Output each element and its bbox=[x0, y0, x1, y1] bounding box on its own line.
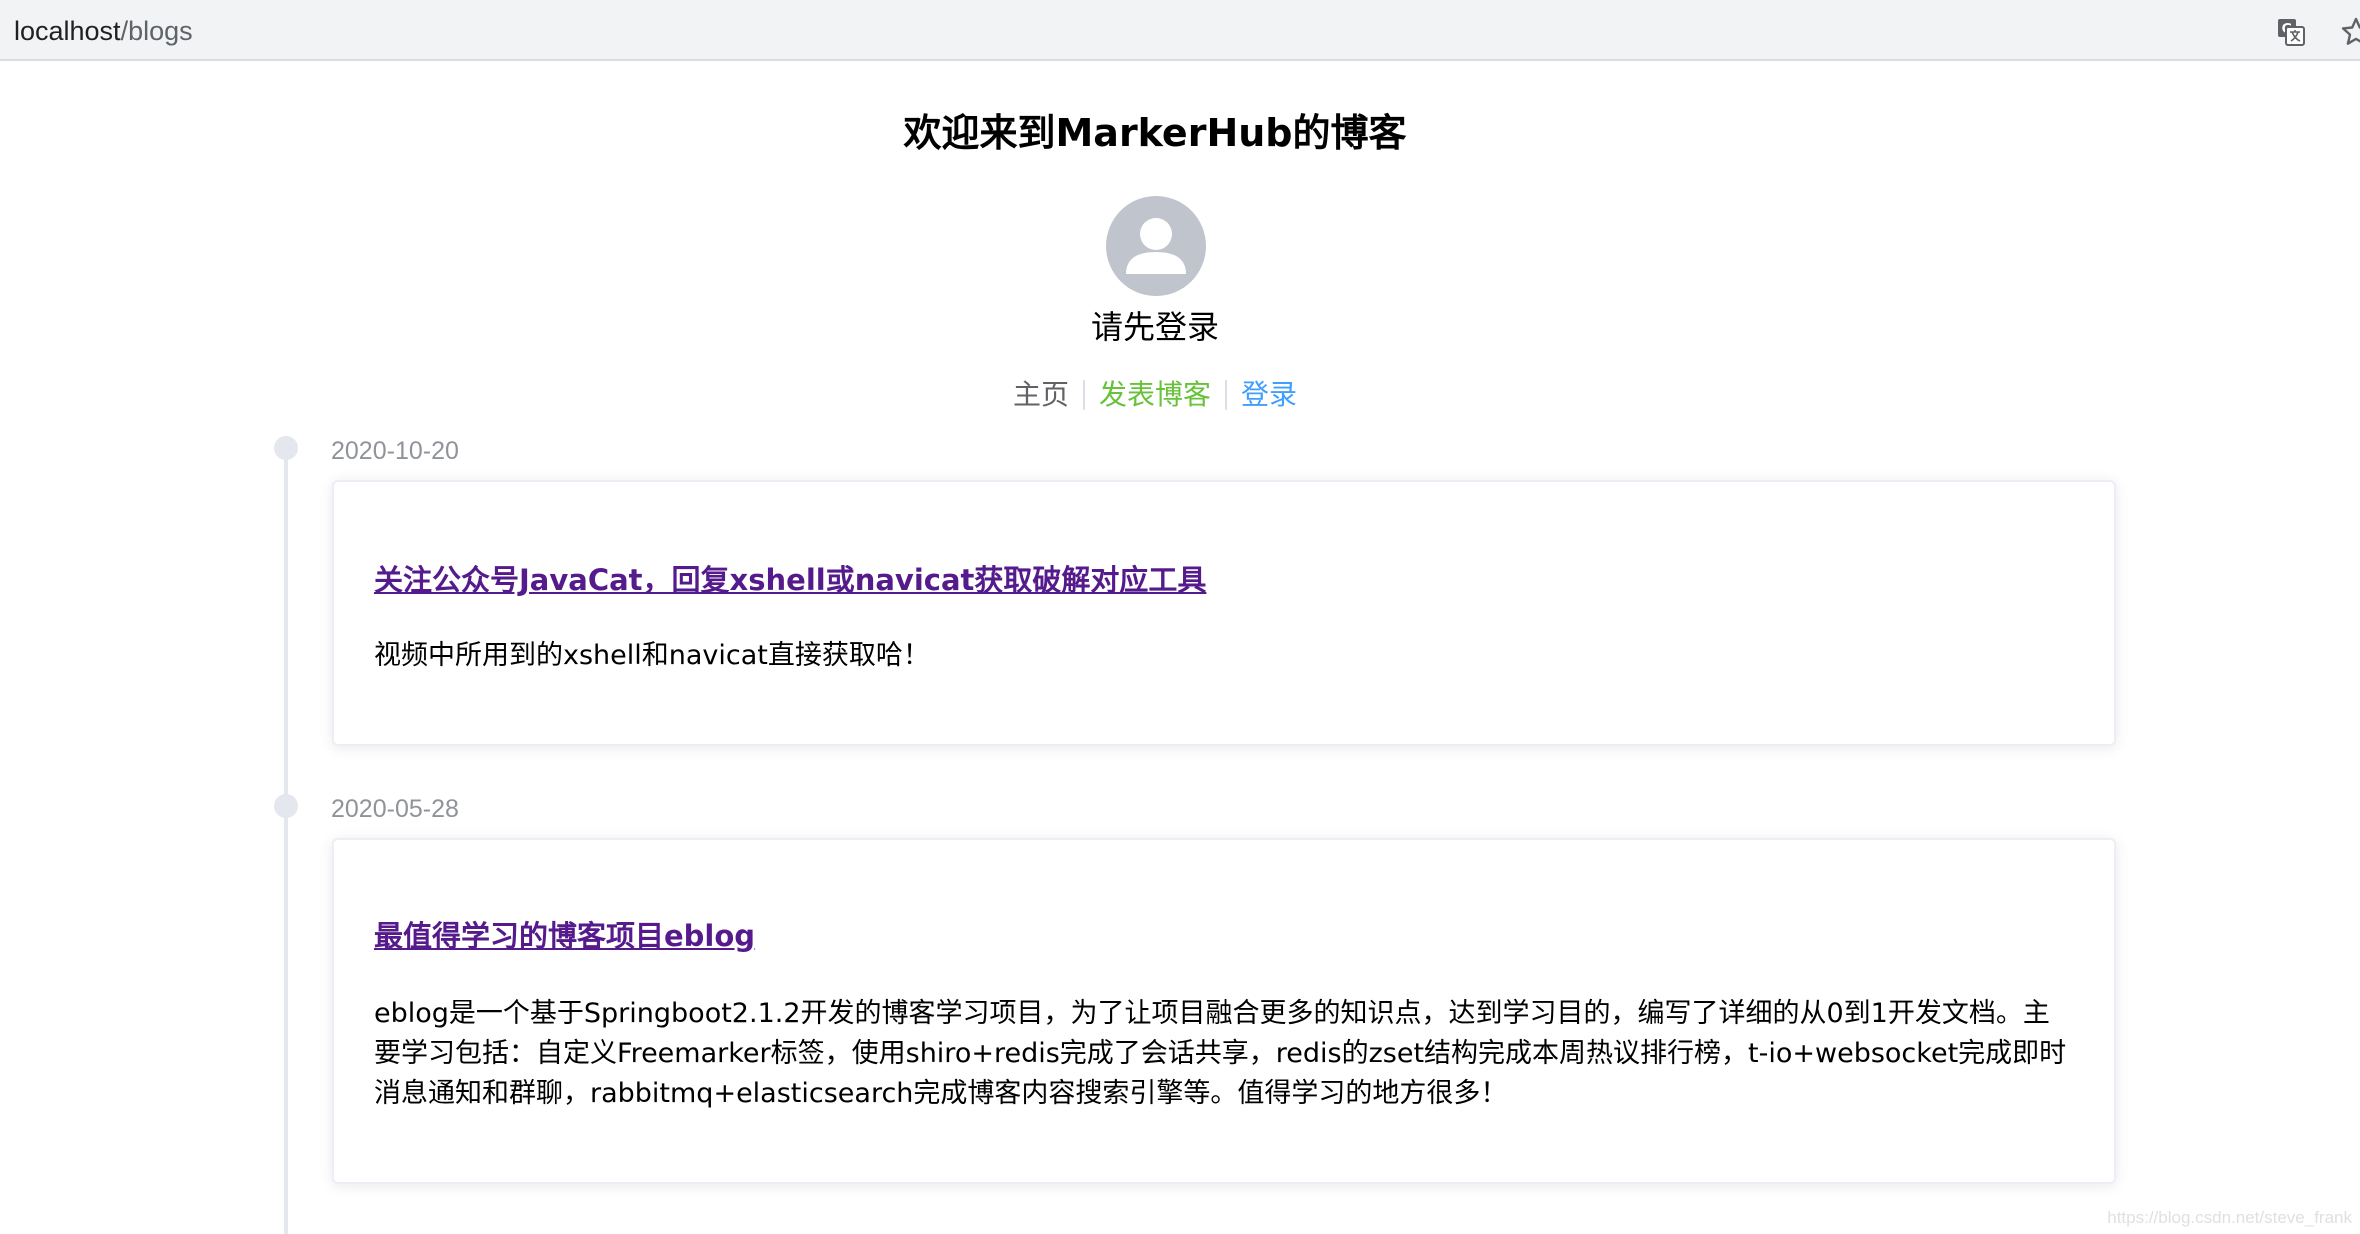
blog-title-link[interactable]: 最值得学习的博客项目eblog bbox=[374, 916, 755, 956]
bookmark-star-icon[interactable] bbox=[2340, 16, 2360, 48]
blog-date: 2020-05-28 bbox=[331, 795, 459, 823]
page-title: 欢迎来到MarkerHub的博客 bbox=[903, 111, 1407, 155]
nav-login-link[interactable]: 登录 bbox=[1227, 374, 1311, 416]
login-hint: 请先登录 bbox=[1090, 308, 1219, 346]
browser-address-bar[interactable]: localhost/blogs G bbox=[0, 0, 2360, 61]
blog-description: eblog是一个基于Springboot2.1.2开发的博客学习项目，为了让项目… bbox=[374, 998, 2067, 1109]
blog-title-link[interactable]: 关注公众号JavaCat，回复xshell或navicat获取破解对应工具 bbox=[374, 560, 1206, 600]
url-path: /blogs bbox=[120, 16, 193, 46]
timeline-dot bbox=[274, 436, 298, 460]
blog-card: 关注公众号JavaCat，回复xshell或navicat获取破解对应工具 视频… bbox=[332, 480, 2116, 746]
blog-description: 视频中所用到的xshell和navicat直接获取哈！ bbox=[374, 640, 930, 671]
url-text[interactable]: localhost/blogs bbox=[14, 14, 193, 48]
timeline-dot bbox=[274, 794, 298, 818]
user-avatar-icon bbox=[1106, 196, 1206, 296]
blog-date: 2020-10-20 bbox=[331, 437, 459, 465]
blog-card: 最值得学习的博客项目eblog eblog是一个基于Springboot2.1.… bbox=[332, 838, 2116, 1184]
watermark: https://blog.csdn.net/steve_frank bbox=[2107, 1208, 2352, 1227]
nav-post-blog-link[interactable]: 发表博客 bbox=[1085, 374, 1225, 416]
url-host: localhost bbox=[14, 16, 121, 46]
nav-home-link[interactable]: 主页 bbox=[999, 374, 1083, 416]
translate-icon[interactable]: G bbox=[2276, 17, 2306, 47]
main-nav: 主页 发表博客 登录 bbox=[0, 374, 2310, 416]
timeline-line bbox=[284, 450, 288, 1234]
